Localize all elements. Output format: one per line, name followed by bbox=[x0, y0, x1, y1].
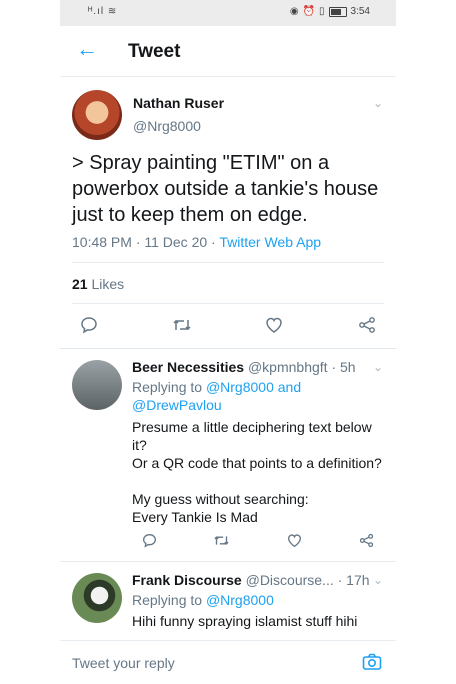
share-icon[interactable] bbox=[350, 316, 384, 334]
reply-icon[interactable] bbox=[132, 533, 166, 548]
chevron-down-icon[interactable]: ⌄ bbox=[373, 96, 383, 110]
retweet-icon[interactable] bbox=[165, 316, 199, 334]
vibrate-icon: ▯ bbox=[319, 6, 325, 17]
battery-icon bbox=[328, 6, 347, 17]
reply-text: Hihi funny spraying islamist stuff hihi bbox=[132, 613, 358, 629]
author-handle[interactable]: @Nrg8000 bbox=[133, 118, 201, 134]
mention-link[interactable]: @Nrg8000 and bbox=[206, 379, 301, 395]
divider bbox=[72, 303, 384, 304]
replying-to: Replying to @Nrg8000 bbox=[132, 592, 274, 608]
chevron-down-icon[interactable]: ⌄ bbox=[373, 360, 383, 374]
camera-icon[interactable] bbox=[362, 653, 382, 676]
top-bar: ← Tweet bbox=[60, 26, 396, 77]
reply-text: Every Tankie Is Mad bbox=[132, 509, 258, 525]
chevron-down-icon[interactable]: ⌄ bbox=[373, 573, 383, 587]
alarm-icon: ⏰ bbox=[302, 6, 316, 17]
mention-link[interactable]: @Nrg8000 bbox=[206, 592, 274, 608]
share-icon[interactable] bbox=[350, 533, 384, 548]
avatar[interactable] bbox=[72, 360, 122, 410]
signal-wifi-indicator: ᴴ.ıl ≋ bbox=[88, 6, 118, 17]
reply-composer: Tweet your reply bbox=[60, 640, 396, 684]
divider bbox=[72, 262, 384, 263]
retweet-icon[interactable] bbox=[205, 533, 239, 548]
reply-text: Presume a little deciphering text below … bbox=[132, 419, 372, 453]
page-title: Tweet bbox=[128, 41, 181, 62]
tweet-time: 10:48 PM · 11 Dec 20 · bbox=[72, 234, 220, 250]
reply-text: Or a QR code that points to a definition… bbox=[132, 455, 382, 471]
reply-handle-time: @kpmnbhgft · 5h bbox=[244, 359, 356, 375]
tweet-meta: 10:48 PM · 11 Dec 20 · Twitter Web App bbox=[72, 234, 321, 250]
likes-count[interactable]: 21 Likes bbox=[72, 276, 124, 292]
clock: 3:54 bbox=[350, 6, 370, 17]
tweet-client[interactable]: Twitter Web App bbox=[219, 234, 321, 250]
divider bbox=[60, 348, 396, 349]
reply-author-name[interactable]: Beer Necessities bbox=[132, 359, 244, 375]
tweet-actions bbox=[72, 316, 384, 334]
divider bbox=[60, 561, 396, 562]
reply-actions bbox=[132, 533, 384, 548]
avatar[interactable] bbox=[72, 573, 122, 623]
eye-icon: ◉ bbox=[289, 6, 299, 17]
reply-header: Beer Necessities @kpmnbhgft · 5h bbox=[132, 359, 356, 375]
replying-to: Replying to @Nrg8000 and bbox=[132, 379, 302, 395]
reply-text: My guess without searching: bbox=[132, 491, 309, 507]
like-icon[interactable] bbox=[277, 533, 311, 548]
author-name[interactable]: Nathan Ruser bbox=[133, 95, 224, 111]
status-icons: ◉ ⏰ ▯ 3:54 bbox=[290, 6, 370, 17]
like-icon[interactable] bbox=[257, 316, 291, 334]
reply-input[interactable]: Tweet your reply bbox=[72, 655, 175, 671]
avatar[interactable] bbox=[72, 90, 122, 140]
back-arrow-icon[interactable]: ← bbox=[76, 38, 98, 60]
reply-handle-time: @Discourse... · 17h bbox=[241, 572, 370, 588]
reply-header: Frank Discourse @Discourse... · 17h bbox=[132, 572, 370, 588]
mention-link[interactable]: @DrewPavlou bbox=[132, 396, 222, 414]
reply-author-name[interactable]: Frank Discourse bbox=[132, 572, 242, 588]
status-bar: ᴴ.ıl ≋ ◉ ⏰ ▯ 3:54 bbox=[60, 0, 396, 26]
phone-screen: ᴴ.ıl ≋ ◉ ⏰ ▯ 3:54 ← Tweet Nathan Ruser @… bbox=[60, 0, 396, 683]
reply-icon[interactable] bbox=[72, 316, 106, 334]
tweet-text: > Spray painting "ETIM" on a powerbox ou… bbox=[72, 152, 379, 226]
